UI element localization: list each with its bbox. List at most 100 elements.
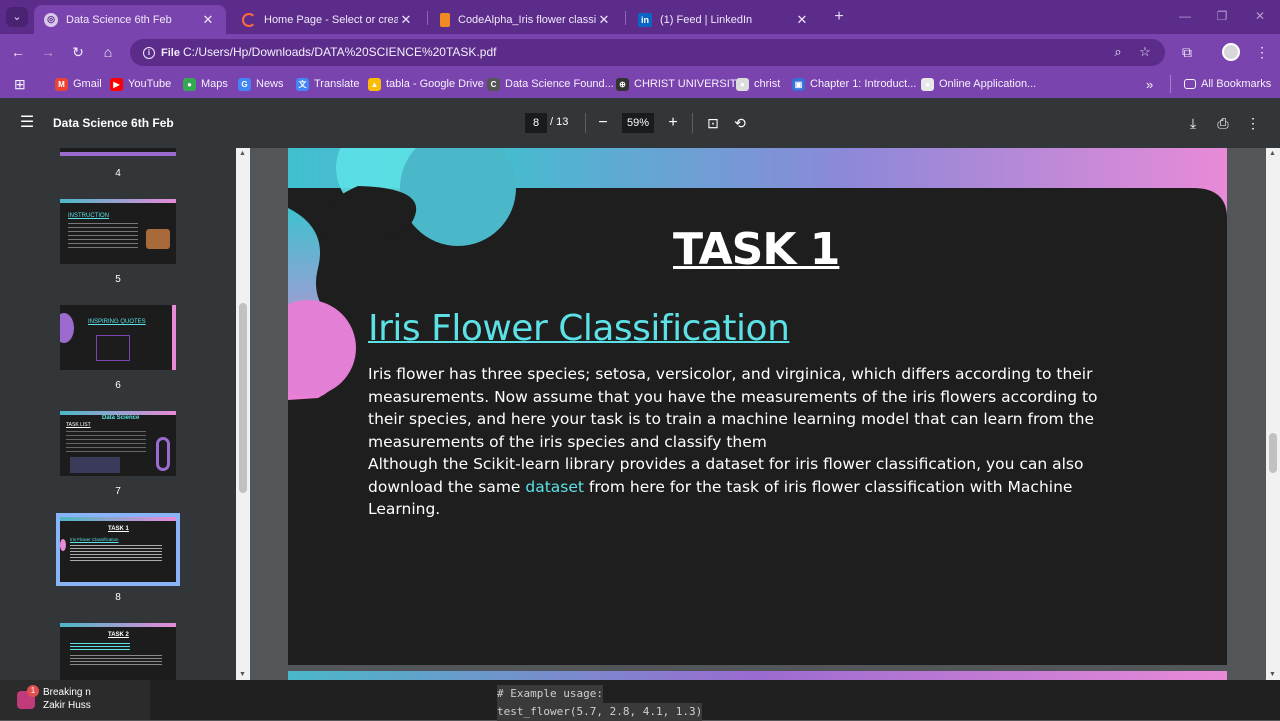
- thumbnail-label: TASK 1: [108, 526, 129, 532]
- tab-linkedin[interactable]: in (1) Feed | LinkedIn ✕: [628, 5, 820, 34]
- linkedin-icon: in: [638, 12, 652, 27]
- zoom-icon[interactable]: ⌕: [1109, 43, 1127, 61]
- sidebar-scroll-thumb[interactable]: [239, 303, 247, 493]
- page-number-input[interactable]: 8: [525, 113, 547, 133]
- close-icon[interactable]: ✕: [200, 12, 216, 28]
- browser-toolbar: ← → ↻ ⌂ i File C:/Users/Hp/Downloads/DAT…: [0, 34, 1280, 70]
- reload-icon[interactable]: ↻: [68, 42, 88, 62]
- bookmark-item[interactable]: ● Maps: [183, 75, 228, 93]
- bookmark-item[interactable]: ▣ Chapter 1: Introduct...: [792, 75, 916, 93]
- zoom-in-icon[interactable]: +: [663, 113, 683, 133]
- code-line: # Example usage:: [497, 685, 603, 703]
- more-actions-icon[interactable]: ⋮: [1243, 113, 1263, 133]
- close-icon[interactable]: ✕: [794, 12, 810, 28]
- close-icon[interactable]: ✕: [398, 12, 414, 28]
- star-icon[interactable]: ☆: [1136, 43, 1154, 61]
- download-icon[interactable]: ⤓: [1183, 113, 1203, 133]
- thumbnail-label: INSTRUCTION: [68, 213, 109, 219]
- notification-badge: 1: [27, 685, 39, 697]
- apps-icon[interactable]: ⊞: [14, 75, 26, 93]
- site-info-chip[interactable]: i File: [137, 43, 186, 62]
- back-icon[interactable]: ←: [8, 42, 28, 62]
- menu-icon[interactable]: ☰: [18, 114, 36, 132]
- tab-codealpha[interactable]: CodeAlpha_Iris flower classificat ✕: [430, 5, 622, 34]
- bookmark-item[interactable]: ● Online Application...: [921, 75, 1036, 93]
- url-text[interactable]: C:/Users/Hp/Downloads/DATA%20SCIENCE%20T…: [183, 45, 496, 59]
- paragraph-species: Iris flower has three species; setosa, v…: [368, 365, 1098, 451]
- news-line: Zakir Huss: [43, 700, 91, 711]
- tab-search-button[interactable]: ⌄: [6, 7, 28, 27]
- thumbnail-label: TASK 2: [108, 632, 129, 638]
- close-icon[interactable]: ✕: [596, 12, 612, 28]
- bookmark-icon: ●: [736, 77, 749, 91]
- thumbnail-page-7[interactable]: Data Science TASK LIST: [60, 411, 176, 476]
- avatar[interactable]: [1222, 43, 1240, 61]
- bookmark-icon: ⊕: [616, 77, 629, 91]
- bookmark-label: News: [256, 78, 284, 90]
- home-icon[interactable]: ⌂: [98, 42, 118, 62]
- bookmark-label: Gmail: [73, 78, 102, 90]
- thumbnail-page-6[interactable]: INSPIRING QUOTES: [60, 305, 176, 370]
- bookmark-item[interactable]: G News: [238, 75, 284, 93]
- pdf-page-8: TASK 1 Iris Flower Classification Iris f…: [288, 148, 1227, 665]
- dataset-link[interactable]: dataset: [525, 478, 584, 496]
- paragraph-dataset: Although the Scikit-learn library provid…: [368, 453, 1128, 521]
- bookmark-item[interactable]: ● christ: [736, 75, 780, 93]
- globe-icon: ◎: [44, 12, 58, 27]
- thumbnail-page-9[interactable]: TASK 2: [60, 623, 176, 680]
- tab-title: Data Science 6th Feb: [66, 13, 172, 26]
- bookmark-label: CHRIST UNIVERSITY: [634, 78, 744, 90]
- bookmark-item[interactable]: C Data Science Found...: [487, 75, 614, 93]
- bookmark-icon: 文: [296, 77, 309, 91]
- sidebar-scrollbar[interactable]: ▲ ▼: [236, 148, 250, 680]
- rotate-icon[interactable]: ⟲: [730, 113, 750, 133]
- forward-icon[interactable]: →: [38, 42, 58, 62]
- news-widget[interactable]: 1 Breaking n Zakir Huss: [0, 680, 150, 720]
- fit-page-icon[interactable]: ⊡: [703, 113, 723, 133]
- slide-title: Iris Flower Classification: [368, 308, 790, 349]
- pdf-viewer[interactable]: TASK 1 Iris Flower Classification Iris f…: [250, 148, 1266, 680]
- tab-data-science[interactable]: ◎ Data Science 6th Feb ✕: [34, 5, 226, 34]
- bookmark-item[interactable]: ▶ YouTube: [110, 75, 171, 93]
- address-bar[interactable]: i File C:/Users/Hp/Downloads/DATA%20SCIE…: [130, 39, 1165, 66]
- viewer-scroll-thumb[interactable]: [1269, 433, 1277, 473]
- document-icon: [440, 12, 450, 27]
- bookmark-label: Online Application...: [939, 78, 1037, 90]
- thumbnail-page-5[interactable]: INSTRUCTION: [60, 199, 176, 264]
- bookmark-icon: ●: [183, 77, 196, 91]
- folder-icon: [1184, 79, 1196, 89]
- more-bookmarks-button[interactable]: »: [1146, 75, 1153, 93]
- zoom-input[interactable]: 59%: [622, 113, 654, 133]
- more-menu-icon[interactable]: ⋮: [1252, 42, 1272, 62]
- thumbnail-page-4[interactable]: [60, 148, 176, 156]
- thumbnail-sidebar: 4 INSTRUCTION 5 INSPIRING QUOTES 6 Data …: [0, 148, 236, 680]
- zoom-out-icon[interactable]: −: [593, 113, 613, 133]
- thumbnail-number: 7: [115, 486, 121, 497]
- thumbnail-sublabel: Iris Flower Classification: [70, 537, 119, 542]
- page-total: / 13: [550, 116, 569, 128]
- bookmark-label: Data Science Found...: [505, 78, 614, 90]
- thumbnail-page-8[interactable]: TASK 1 Iris Flower Classification: [56, 513, 180, 586]
- print-icon[interactable]: ⎙: [1213, 113, 1233, 133]
- minimize-icon[interactable]: —: [1177, 8, 1193, 24]
- new-tab-button[interactable]: +: [830, 7, 848, 27]
- bookmark-label: Maps: [201, 78, 228, 90]
- maximize-icon[interactable]: ❐: [1214, 8, 1230, 24]
- viewer-scrollbar[interactable]: ▲ ▼: [1266, 148, 1280, 680]
- bookmark-item[interactable]: ▲ tabla - Google Drive: [368, 75, 484, 93]
- bookmark-item[interactable]: M Gmail: [55, 75, 102, 93]
- thumbnail-label: INSPIRING QUOTES: [88, 319, 146, 325]
- bookmarks-bar: ⊞ M Gmail ▶ YouTube ● Maps G News 文 Translate ▲ tab…: [0, 70, 1280, 98]
- tab-home-page[interactable]: Home Page - Select or create a ✕: [232, 5, 424, 34]
- news-line: Breaking n: [43, 687, 91, 698]
- all-bookmarks-button[interactable]: All Bookmarks: [1184, 75, 1271, 93]
- bookmark-item[interactable]: 文 Translate: [296, 75, 359, 93]
- close-window-icon[interactable]: ✕: [1252, 8, 1268, 24]
- bookmark-icon: ▣: [792, 77, 805, 91]
- bookmark-item[interactable]: ⊕ CHRIST UNIVERSITY: [616, 75, 744, 93]
- tab-title: Home Page - Select or create a: [264, 13, 398, 26]
- tab-strip: ⌄ ◎ Data Science 6th Feb ✕ Home Page - S…: [0, 0, 1280, 34]
- toolbar-divider: [585, 113, 586, 133]
- slide-body: Iris flower has three species; setosa, v…: [368, 363, 1128, 521]
- extensions-icon[interactable]: ⧉: [1177, 42, 1197, 62]
